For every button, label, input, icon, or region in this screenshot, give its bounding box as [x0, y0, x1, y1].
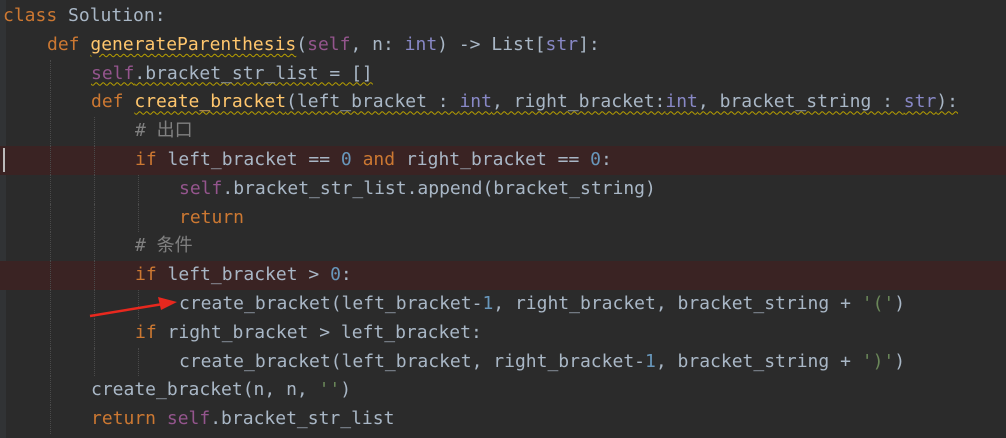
code-editor[interactable]: class Solution: def generateParenthesis(s… [0, 0, 1006, 438]
red-arrow-icon [89, 297, 177, 318]
